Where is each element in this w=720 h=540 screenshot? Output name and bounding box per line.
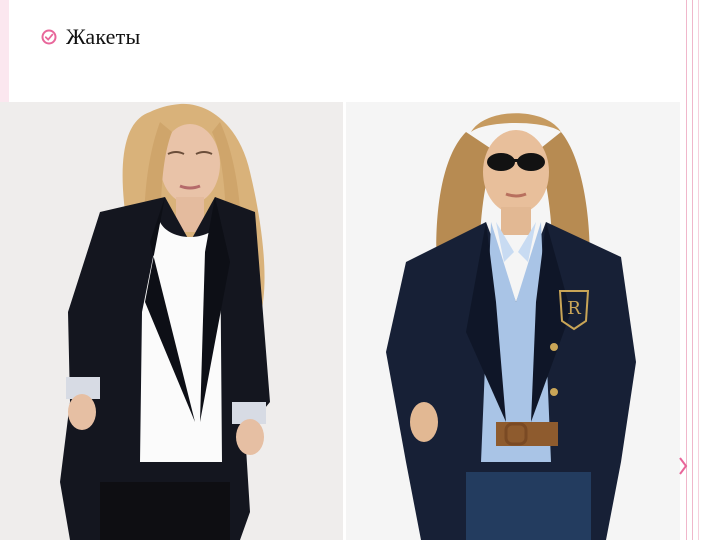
slide-nav-arrow-icon xyxy=(679,457,688,475)
blonde-woman-black-blazer-white-tee-photo xyxy=(0,102,343,540)
woman-navy-crest-blazer-blue-shirt-photo: R xyxy=(346,102,680,540)
slide: Жакеты R xyxy=(0,0,720,540)
right-frame-border xyxy=(684,0,720,540)
circle-checkmark-icon xyxy=(41,29,57,45)
bullet-text: Жакеты xyxy=(66,24,141,49)
svg-text:R: R xyxy=(567,298,581,319)
bullet-item: Жакеты xyxy=(40,22,140,52)
